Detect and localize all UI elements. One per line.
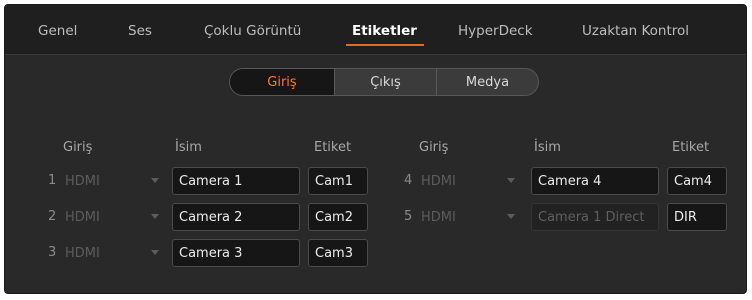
row-number: 1 bbox=[48, 173, 57, 188]
tab-uzaktan-kontrol[interactable]: Uzaktan Kontrol bbox=[582, 23, 689, 39]
header-label-right: Etiket bbox=[672, 140, 710, 155]
segment-cikis[interactable]: Çıkış bbox=[335, 69, 436, 95]
tab-etiketler[interactable]: Etiketler bbox=[352, 23, 417, 39]
name-field[interactable]: Camera 1 Direct bbox=[531, 203, 659, 231]
tab-ses[interactable]: Ses bbox=[128, 23, 152, 39]
tab-bar: Genel Ses Çoklu Görüntü Etiketler HyperD… bbox=[5, 5, 746, 55]
source-dropdown[interactable]: HDMI bbox=[421, 203, 521, 231]
label-field[interactable]: Cam1 bbox=[308, 167, 368, 195]
name-field[interactable]: Camera 3 bbox=[172, 239, 300, 267]
header-name-right: İsim bbox=[534, 140, 561, 155]
name-field[interactable]: Camera 4 bbox=[531, 167, 659, 195]
tab-coklu-goruntu[interactable]: Çoklu Görüntü bbox=[204, 23, 301, 39]
row-number: 2 bbox=[48, 209, 57, 224]
header-name-left: İsim bbox=[175, 140, 202, 155]
segment-control: Giriş Çıkış Medya bbox=[229, 68, 539, 96]
chevron-down-icon bbox=[507, 214, 515, 219]
chevron-down-icon bbox=[151, 250, 159, 255]
chevron-down-icon bbox=[507, 178, 515, 183]
row-number: 4 bbox=[404, 173, 413, 188]
header-input-right: Giriş bbox=[419, 140, 449, 155]
tab-genel[interactable]: Genel bbox=[38, 23, 77, 39]
source-dropdown[interactable]: HDMI bbox=[65, 203, 165, 231]
chevron-down-icon bbox=[151, 214, 159, 219]
label-field[interactable]: Cam3 bbox=[308, 239, 368, 267]
name-field[interactable]: Camera 2 bbox=[172, 203, 300, 231]
source-value: HDMI bbox=[65, 209, 100, 225]
source-dropdown[interactable]: HDMI bbox=[65, 167, 165, 195]
label-field[interactable]: Cam2 bbox=[308, 203, 368, 231]
active-tab-indicator bbox=[346, 44, 424, 46]
settings-window: Genel Ses Çoklu Görüntü Etiketler HyperD… bbox=[4, 4, 747, 294]
chevron-down-icon bbox=[151, 178, 159, 183]
tab-hyperdeck[interactable]: HyperDeck bbox=[458, 23, 533, 39]
segment-giris[interactable]: Giriş bbox=[230, 69, 334, 95]
row-number: 5 bbox=[404, 209, 413, 224]
source-value: HDMI bbox=[421, 173, 456, 189]
label-field[interactable]: Cam4 bbox=[667, 167, 727, 195]
source-dropdown[interactable]: HDMI bbox=[421, 167, 521, 195]
header-input-left: Giriş bbox=[63, 140, 93, 155]
label-field[interactable]: DIR bbox=[667, 203, 727, 231]
row-number: 3 bbox=[48, 245, 57, 260]
source-dropdown[interactable]: HDMI bbox=[65, 239, 165, 267]
name-field[interactable]: Camera 1 bbox=[172, 167, 300, 195]
segment-medya[interactable]: Medya bbox=[437, 69, 538, 95]
source-value: HDMI bbox=[421, 209, 456, 225]
source-value: HDMI bbox=[65, 245, 100, 261]
header-label-left: Etiket bbox=[314, 140, 352, 155]
source-value: HDMI bbox=[65, 173, 100, 189]
